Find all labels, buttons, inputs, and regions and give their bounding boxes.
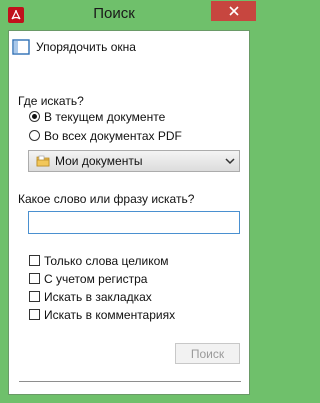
radio-current-document-label: В текущем документе — [44, 110, 166, 124]
query-label: Какое слово или фразу искать? — [18, 192, 195, 206]
folder-dropdown-value: Мои документы — [55, 154, 143, 168]
option-whole-words[interactable]: Только слова целиком — [28, 253, 228, 269]
close-button[interactable] — [211, 1, 256, 21]
checkbox[interactable] — [29, 273, 40, 284]
title-bar[interactable]: Поиск — [0, 0, 258, 30]
option-match-case[interactable]: С учетом регистра — [28, 271, 228, 287]
arrange-windows-button[interactable]: Упорядочить окна — [12, 39, 136, 55]
divider — [19, 381, 241, 382]
search-panel: Упорядочить окна Где искать? В текущем д… — [8, 30, 250, 395]
checkbox[interactable] — [29, 255, 40, 266]
radio-all-pdf-documents-label: Во всех документах PDF — [44, 129, 182, 143]
search-input[interactable] — [28, 211, 240, 234]
folder-icon — [36, 155, 50, 167]
arrange-windows-label: Упорядочить окна — [36, 40, 136, 54]
option-whole-words-label: Только слова целиком — [44, 254, 169, 268]
arrange-windows-icon — [12, 39, 30, 55]
radio-all-pdf-documents[interactable]: Во всех документах PDF — [28, 128, 228, 144]
radio-button[interactable] — [29, 130, 40, 141]
option-search-comments[interactable]: Искать в комментариях — [28, 307, 228, 323]
close-icon — [228, 6, 239, 16]
where-heading: Где искать? — [18, 94, 84, 108]
search-button[interactable]: Поиск — [175, 343, 240, 364]
radio-button-checked[interactable] — [29, 111, 40, 122]
option-search-bookmarks[interactable]: Искать в закладках — [28, 289, 228, 305]
option-search-bookmarks-label: Искать в закладках — [44, 290, 152, 304]
chevron-down-icon — [225, 158, 235, 165]
search-window: Поиск Упорядочить окна Где искать? В тек… — [0, 0, 258, 403]
radio-current-document[interactable]: В текущем документе — [28, 109, 228, 125]
checkbox[interactable] — [29, 309, 40, 320]
option-search-comments-label: Искать в комментариях — [44, 308, 176, 322]
folder-dropdown[interactable]: Мои документы — [28, 150, 240, 172]
option-match-case-label: С учетом регистра — [44, 272, 148, 286]
checkbox[interactable] — [29, 291, 40, 302]
